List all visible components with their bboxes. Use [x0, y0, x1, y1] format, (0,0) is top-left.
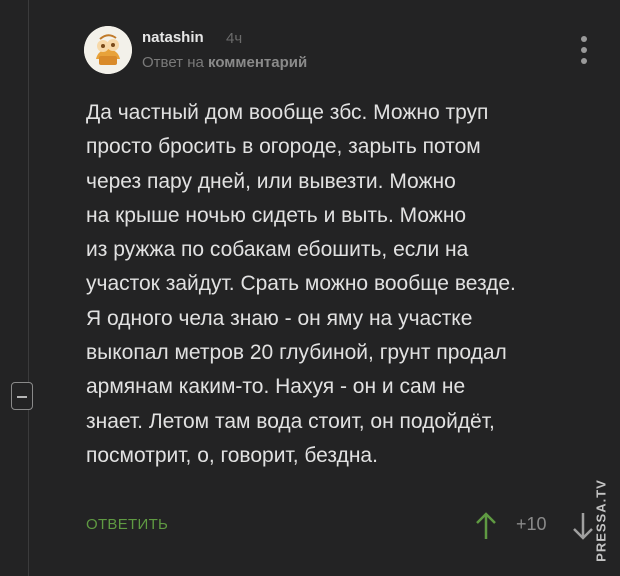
author-name[interactable]: natashin: [142, 29, 204, 46]
arrow-up-icon[interactable]: [472, 511, 500, 541]
reply-button[interactable]: ОТВЕТИТЬ: [86, 516, 168, 533]
rating-value: +10: [516, 514, 547, 534]
avatar[interactable]: [84, 26, 132, 74]
thread-line: [28, 0, 29, 576]
avatar-cartoon-icon: [84, 26, 132, 74]
reply-context: Ответ на комментарий: [142, 54, 307, 71]
reply-prefix: Ответ на: [142, 54, 204, 71]
watermark-text: PRESSA.TV: [593, 479, 609, 562]
comment-body: Да частный дом вообще збс. Можно труп пр…: [86, 101, 516, 467]
comment-time: 4ч: [226, 30, 243, 47]
more-vertical-icon[interactable]: [578, 36, 590, 64]
watermark: PRESSA.TV: [589, 479, 613, 570]
collapse-thread-button[interactable]: [11, 382, 33, 410]
parent-comment-link[interactable]: комментарий: [208, 54, 307, 71]
